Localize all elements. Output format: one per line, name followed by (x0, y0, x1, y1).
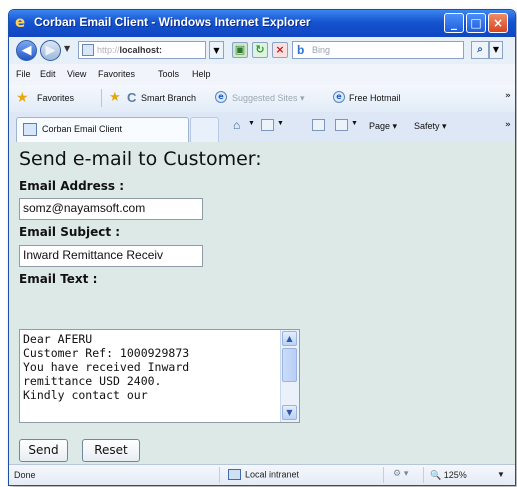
email-text-area[interactable]: Dear AFERU Customer Ref: 1000929873 You … (19, 329, 300, 423)
safety-menu[interactable]: Safety ▾ (414, 121, 447, 132)
favorites-button[interactable]: Favorites (37, 93, 74, 103)
status-text: Done (14, 470, 36, 480)
search-input[interactable]: b Bing (292, 41, 464, 59)
ie-logo-icon: e (15, 13, 26, 31)
menu-bar: File Edit View Favorites Tools Help (9, 64, 515, 86)
email-address-label: Email Address : (19, 179, 124, 193)
scrollbar[interactable]: ▲ ▼ (280, 330, 299, 422)
page-icon (82, 44, 94, 56)
url-input[interactable]: http://localhost: (78, 41, 206, 59)
recent-pages-dropdown[interactable]: ▼ (64, 44, 70, 53)
search-placeholder: Bing (312, 45, 331, 55)
ie-icon: e (215, 91, 227, 103)
email-text-label: Email Text : (19, 272, 98, 286)
forward-button[interactable]: ▶ (40, 40, 61, 61)
tab-bar: Corban Email Client ⌂ ▼ ▼ ▼ Page ▾ Safet… (9, 112, 515, 143)
reset-button[interactable]: Reset (82, 439, 140, 462)
mail-icon[interactable] (312, 119, 325, 131)
compatibility-view-icon[interactable]: ▣ (232, 42, 248, 58)
add-favorite-icon[interactable]: ★ (109, 90, 121, 105)
scroll-thumb[interactable] (282, 348, 297, 382)
search-button[interactable]: ⌕ (471, 41, 489, 59)
home-icon[interactable]: ⌂ (233, 118, 240, 132)
intranet-icon (228, 469, 241, 481)
page-content: Send e-mail to Customer: Email Address :… (9, 142, 515, 464)
status-bar: Done Local intranet ⚙ ▾ 🔍 125% ▼ (9, 464, 515, 485)
email-subject-label: Email Subject : (19, 225, 121, 239)
url-text: http://localhost: (97, 45, 162, 55)
send-button[interactable]: Send (19, 439, 68, 462)
smart-branch-link[interactable]: Smart Branch (141, 93, 196, 103)
email-text-content: Dear AFERU Customer Ref: 1000929873 You … (23, 332, 190, 402)
window-title: Corban Email Client - Windows Internet E… (34, 15, 311, 29)
tab-corban-email-client[interactable]: Corban Email Client (16, 117, 189, 142)
bing-icon: b (297, 43, 305, 57)
divider (101, 89, 102, 107)
page-menu[interactable]: Page ▾ (369, 121, 397, 132)
protected-mode-icon[interactable]: ⚙ ▾ (393, 469, 408, 479)
favorites-star-icon[interactable]: ★ (16, 90, 29, 106)
zoom-level[interactable]: 🔍 125% (430, 470, 467, 481)
more-chevron-icon[interactable]: » (505, 91, 511, 101)
print-icon[interactable] (335, 119, 348, 131)
suggested-sites-link[interactable]: Suggested Sites ▾ (232, 93, 305, 104)
more-chevron-icon[interactable]: » (505, 120, 511, 130)
home-dropdown-icon[interactable]: ▼ (248, 120, 255, 127)
security-zone-label: Local intranet (245, 469, 300, 480)
divider (383, 467, 384, 483)
url-dropdown-button[interactable]: ▼ (209, 41, 224, 59)
feeds-icon[interactable] (261, 119, 274, 131)
address-bar: ◀ ▶ ▼ http://localhost: ▼ ▣ ↻ × b Bing ⌕… (9, 37, 515, 65)
scroll-up-icon[interactable]: ▲ (282, 331, 297, 346)
menu-tools[interactable]: Tools (158, 69, 179, 79)
zoom-dropdown-icon[interactable]: ▼ (497, 470, 505, 479)
new-tab-button[interactable] (190, 117, 219, 142)
refresh-icon[interactable]: ↻ (252, 42, 268, 58)
feeds-dropdown-icon[interactable]: ▼ (277, 120, 284, 127)
stop-icon[interactable]: × (272, 42, 288, 58)
free-hotmail-link[interactable]: Free Hotmail (349, 93, 401, 103)
divider (423, 467, 424, 483)
tab-label: Corban Email Client (42, 124, 123, 134)
menu-view[interactable]: View (67, 69, 86, 79)
menu-help[interactable]: Help (192, 69, 211, 79)
browser-window: e Corban Email Client - Windows Internet… (8, 9, 516, 486)
page-icon (23, 123, 37, 136)
email-address-field[interactable]: somz@nayamsoft.com (19, 198, 203, 220)
scroll-down-icon[interactable]: ▼ (282, 405, 297, 420)
favorites-bar: ★ Favorites ★ C Smart Branch e Suggested… (9, 85, 515, 113)
security-zone[interactable]: Local intranet (228, 469, 328, 481)
minimize-button[interactable]: _ (444, 13, 464, 33)
smart-branch-icon: C (127, 90, 137, 105)
back-button[interactable]: ◀ (16, 40, 37, 61)
page-title: Send e-mail to Customer: (19, 148, 262, 170)
zoom-value: 125% (443, 470, 467, 480)
menu-edit[interactable]: Edit (40, 69, 56, 79)
divider (219, 467, 220, 483)
url-host: localhost: (119, 45, 163, 55)
menu-favorites[interactable]: Favorites (98, 69, 135, 79)
url-prefix: http:// (97, 45, 120, 55)
title-bar: e Corban Email Client - Windows Internet… (9, 10, 515, 37)
search-options-dropdown[interactable]: ▼ (489, 41, 503, 59)
maximize-button[interactable]: □ (466, 13, 486, 33)
close-button[interactable]: × (488, 13, 508, 33)
menu-file[interactable]: File (16, 69, 31, 79)
print-dropdown-icon[interactable]: ▼ (351, 120, 358, 127)
ie-icon: e (333, 91, 345, 103)
email-subject-field[interactable]: Inward Remittance Receiv (19, 245, 203, 267)
